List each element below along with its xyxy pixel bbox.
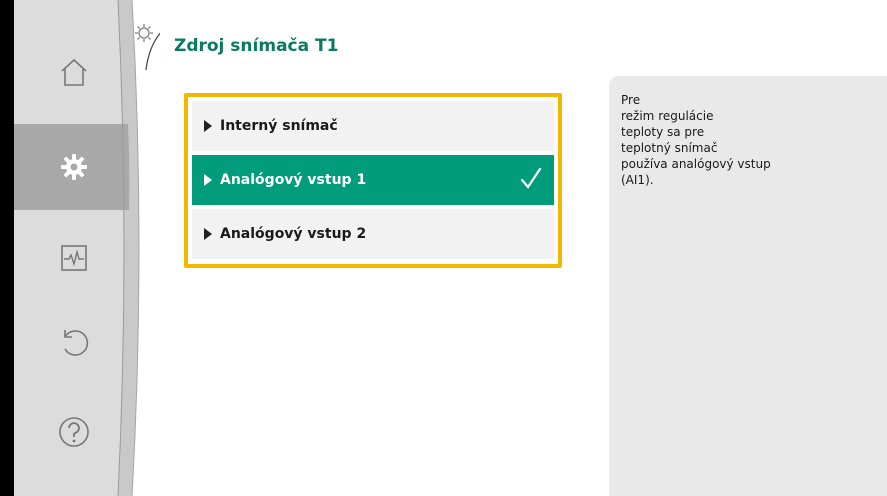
- arrow-right-icon: [204, 174, 212, 186]
- diagnostics-icon: [61, 245, 87, 271]
- nav-help[interactable]: [48, 406, 100, 458]
- option-analogovy-vstup-2[interactable]: Analógový vstup 2: [192, 209, 554, 259]
- option-label: Interný snímač: [220, 118, 338, 134]
- info-text: Pre režim regulácie teploty sa pre teplo…: [621, 92, 771, 188]
- arrow-right-icon: [204, 228, 212, 240]
- gear-icon: [61, 154, 87, 180]
- info-line: Pre: [621, 93, 641, 107]
- nav-diagnostics[interactable]: [48, 232, 100, 284]
- checkmark-icon: [520, 167, 542, 189]
- arrow-right-icon: [204, 120, 212, 132]
- info-line: teplotný snímač: [621, 141, 718, 155]
- option-analogovy-vstup-1[interactable]: Analógový vstup 1: [192, 155, 554, 205]
- undo-icon: [64, 330, 89, 356]
- page-title: Zdroj snímača T1: [174, 36, 339, 56]
- option-interny-snimac[interactable]: Interný snímač: [192, 101, 554, 151]
- option-label: Analógový vstup 1: [220, 172, 367, 188]
- side-navigation: [0, 0, 160, 496]
- settings-context-gear-icon: [135, 24, 153, 42]
- info-line: používa analógový vstup: [621, 157, 771, 171]
- nav-home[interactable]: [48, 46, 100, 98]
- option-label: Analógový vstup 2: [220, 226, 367, 242]
- info-line: (AI1).: [621, 173, 654, 187]
- info-line: režim regulácie: [621, 109, 714, 123]
- info-line: teploty sa pre: [621, 125, 705, 139]
- options-list: Interný snímač Analógový vstup 1 Analógo…: [184, 93, 562, 268]
- nav-settings[interactable]: [48, 141, 100, 193]
- help-icon: [59, 417, 89, 447]
- home-icon: [61, 58, 87, 86]
- info-panel: Pre režim regulácie teploty sa pre teplo…: [609, 76, 887, 496]
- nav-undo[interactable]: [48, 316, 100, 368]
